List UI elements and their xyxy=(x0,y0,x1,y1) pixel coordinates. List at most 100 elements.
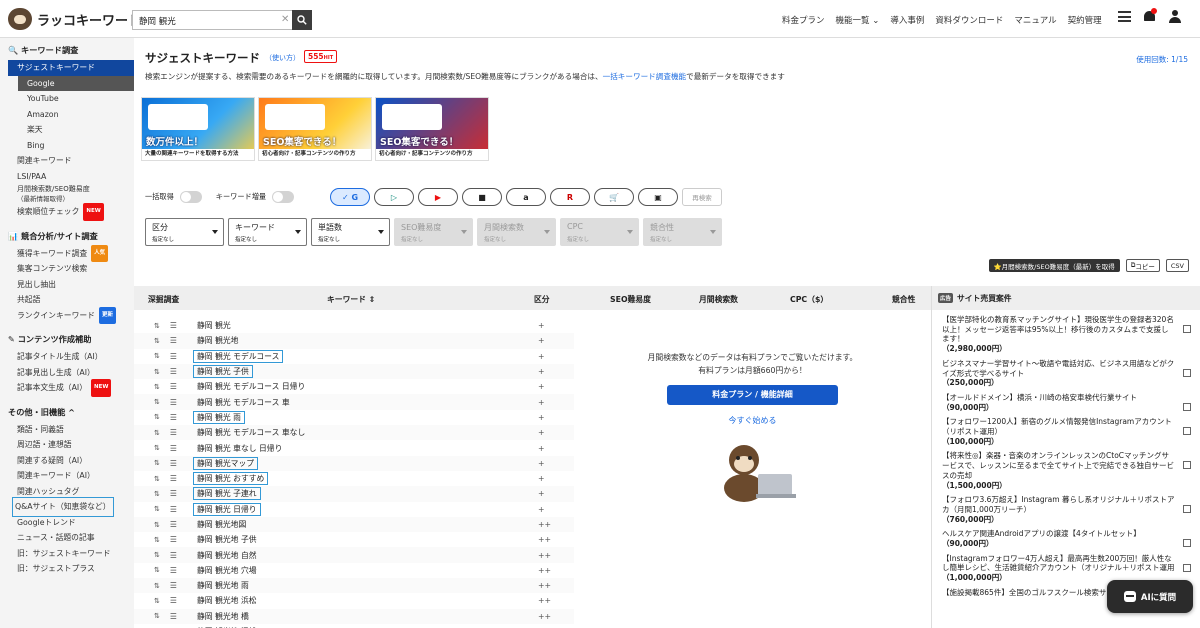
filter-category[interactable]: 区分 指定なし xyxy=(145,218,224,246)
keyword-cell[interactable]: 静岡 観光 モデルコース xyxy=(192,349,284,363)
col-keyword[interactable]: キーワード ⇕ xyxy=(327,294,375,305)
refresh-icon[interactable]: ⇅ xyxy=(154,322,160,330)
sidebar-section-other[interactable]: その他・旧機能 ^ xyxy=(0,402,134,422)
keyword-cell[interactable]: 静岡 観光 雨 xyxy=(193,410,245,424)
pricing-detail-button[interactable]: 料金プラン / 機能詳細 xyxy=(667,385,838,405)
ad-item[interactable]: 【フォロワー1200人】新宿のグルメ情報発信Instagramアカウント（リポス… xyxy=(932,417,1200,446)
sidebar-item-questions-ai[interactable]: 関連する疑問（AI） xyxy=(0,453,134,469)
copy-button[interactable]: ⧉ コピー xyxy=(1125,259,1160,272)
keyword-cell[interactable]: 静岡 観光地 橋 xyxy=(197,611,249,622)
refresh-icon[interactable]: ⇅ xyxy=(154,459,160,467)
external-link-icon[interactable] xyxy=(1183,461,1191,470)
keyword-cell[interactable]: 静岡 観光地 穴場 xyxy=(197,565,257,576)
list-icon[interactable]: ☰ xyxy=(170,382,177,391)
keyword-cell[interactable]: 静岡 観光地 浜松 xyxy=(197,595,257,606)
sidebar-item-suggest[interactable]: サジェストキーワード xyxy=(8,60,134,76)
keyword-cell[interactable]: 静岡 観光 子連れ xyxy=(193,487,261,501)
col-category[interactable]: 区分 xyxy=(534,294,550,305)
sidebar-engine-youtube[interactable]: YouTube xyxy=(0,91,134,107)
nav-download[interactable]: 資料ダウンロード xyxy=(935,14,1003,26)
list-icon[interactable]: ☰ xyxy=(170,505,177,514)
toggle-bulk[interactable] xyxy=(179,191,202,203)
keyword-cell[interactable]: 静岡 観光地 xyxy=(197,335,238,346)
keyword-cell[interactable]: 静岡 観光 xyxy=(197,320,231,331)
nav-manual[interactable]: マニュアル xyxy=(1014,14,1056,26)
keyword-cell[interactable]: 静岡 観光 モデルコース 車なし xyxy=(197,427,305,438)
sidebar-engine-bing[interactable]: Bing xyxy=(0,138,134,154)
external-link-icon[interactable] xyxy=(1183,402,1191,411)
refresh-icon[interactable]: ⇅ xyxy=(154,444,160,452)
refresh-icon[interactable]: ⇅ xyxy=(154,429,160,437)
sidebar-item-related-ai[interactable]: 関連キーワード（AI） xyxy=(0,468,134,484)
refresh-icon[interactable]: ⇅ xyxy=(154,490,160,498)
keyword-cell[interactable]: 静岡 観光 おすすめ xyxy=(192,472,269,486)
list-icon[interactable]: ☰ xyxy=(170,336,177,345)
refresh-icon[interactable]: ⇅ xyxy=(154,505,160,513)
refresh-icon[interactable]: ⇅ xyxy=(154,475,160,483)
keyword-cell[interactable]: 静岡 観光 子供 xyxy=(193,365,253,379)
sidebar-item-hashtags[interactable]: 関連ハッシュタグ xyxy=(0,484,134,500)
list-icon[interactable]: ☰ xyxy=(170,520,177,529)
ad-item[interactable]: 【将来性◎】楽器・音楽のオンラインレッスンのCtoCマッチングサービスで、レッス… xyxy=(932,451,1200,490)
keyword-cell[interactable]: 静岡 観光マップ xyxy=(192,456,259,470)
engine-bing-button[interactable]: ▷ xyxy=(374,188,414,206)
banner-3[interactable]: SEO集客できる！ 初心者向け・記事コンテンツの作り方 xyxy=(375,97,489,161)
fetch-latest-button[interactable]: ⭐月間検索数/SEO難易度（最新）を取得 xyxy=(988,259,1120,272)
list-icon[interactable]: ☰ xyxy=(170,367,177,376)
sidebar-item-qa-site[interactable]: Q&Aサイト（知恵袋など） xyxy=(0,497,134,517)
list-icon[interactable]: ☰ xyxy=(170,444,177,453)
external-link-icon[interactable] xyxy=(1183,505,1191,514)
sidebar-engine-google[interactable]: Google xyxy=(18,75,134,91)
keyword-cell[interactable]: 静岡 観光地 雨 xyxy=(197,580,249,591)
keyword-cell[interactable]: 静岡 観光 日帰り xyxy=(193,502,261,516)
sidebar-item-old-suggest-plus[interactable]: 旧：サジェストプラス xyxy=(0,561,134,577)
refresh-icon[interactable]: ⇅ xyxy=(154,352,160,360)
engine-shopping-button[interactable]: 🛒 xyxy=(594,188,634,206)
sidebar-item-content-search[interactable]: 集客コンテンツ検索 xyxy=(0,261,134,277)
sidebar-item-rankin-keywords[interactable]: ランクインキーワード 更新 xyxy=(0,306,134,324)
list-icon[interactable]: ☰ xyxy=(170,535,177,544)
sidebar-item-lsi-paa[interactable]: LSI/PAA xyxy=(0,169,134,185)
nav-features[interactable]: 機能一覧 ⌄ xyxy=(836,14,880,26)
refresh-icon[interactable]: ⇅ xyxy=(154,536,160,544)
keyword-cell[interactable]: 静岡 観光 車なし 日帰り xyxy=(197,443,282,454)
refresh-icon[interactable]: ⇅ xyxy=(154,597,160,605)
refresh-icon[interactable]: ⇅ xyxy=(154,551,160,559)
external-link-icon[interactable] xyxy=(1183,427,1191,436)
banner-2[interactable]: SEO集客できる！ 初心者向け・記事コンテンツの作り方 xyxy=(258,97,372,161)
sidebar-item-synonyms[interactable]: 類語・同義語 xyxy=(0,422,134,438)
clear-icon[interactable]: ✕ xyxy=(281,14,289,25)
sidebar-item-body-gen[interactable]: 記事本文生成（AI） NEW xyxy=(0,379,134,397)
col-competition[interactable]: 競合性 xyxy=(892,294,915,305)
sidebar-engine-rakuten[interactable]: 楽天 xyxy=(0,122,134,138)
keyword-cell[interactable]: 静岡 観光 モデルコース 車 xyxy=(197,397,290,408)
col-seo-difficulty[interactable]: SEO難易度 xyxy=(610,294,651,305)
list-icon[interactable]: ☰ xyxy=(170,474,177,483)
nav-cases[interactable]: 導入事例 xyxy=(890,14,924,26)
refresh-icon[interactable]: ⇅ xyxy=(154,582,160,590)
list-icon[interactable]: ☰ xyxy=(170,398,177,407)
external-link-icon[interactable] xyxy=(1183,325,1191,333)
sidebar-item-rank-check[interactable]: 検索順位チェック NEW xyxy=(0,203,134,221)
sidebar-item-heading-extract[interactable]: 見出し抽出 xyxy=(0,277,134,293)
ad-item[interactable]: ビジネスマナー学習サイト〜敬語や電話対応、ビジネス用語などがクイズ形式で学べるサ… xyxy=(932,359,1200,388)
engine-google-button[interactable]: ✓ G xyxy=(330,188,370,206)
ad-item[interactable]: 【医学部特化の教育系マッチングサイト】現役医学生の登録者320名以上！メッセージ… xyxy=(932,315,1200,354)
list-icon[interactable]: ☰ xyxy=(170,459,177,468)
list-icon[interactable]: ☰ xyxy=(170,321,177,330)
banner-1[interactable]: 数万件以上！ 大量の関連キーワードを取得する方法 xyxy=(141,97,255,161)
refresh-icon[interactable]: ⇅ xyxy=(154,521,160,529)
ai-question-button[interactable]: AIに質問 xyxy=(1107,580,1193,613)
ad-item[interactable]: 【Instagramフォロワー4万人超え】最高再生数200万回！厳人性なし簡単レ… xyxy=(932,554,1200,583)
toggle-kw-increase[interactable] xyxy=(272,191,295,203)
list-icon[interactable]: ☰ xyxy=(170,612,177,621)
list-icon[interactable]: ☰ xyxy=(170,551,177,560)
keyword-cell[interactable]: 静岡 観光 モデルコース 日帰り xyxy=(197,381,305,392)
filter-keyword[interactable]: キーワード 指定なし xyxy=(228,218,307,246)
sidebar-item-related-keywords[interactable]: 関連キーワード xyxy=(0,153,134,169)
list-icon[interactable]: ☰ xyxy=(170,596,177,605)
ad-item[interactable]: ヘルスケア関連Androidアプリの譲渡【4タイトルセット】 （90,000円） xyxy=(932,529,1200,548)
sidebar-item-acquired-keywords[interactable]: 獲得キーワード調査 人気 xyxy=(0,244,134,262)
logo[interactable]: ラッコキーワード xyxy=(8,8,141,30)
list-icon[interactable]: ☰ xyxy=(170,566,177,575)
